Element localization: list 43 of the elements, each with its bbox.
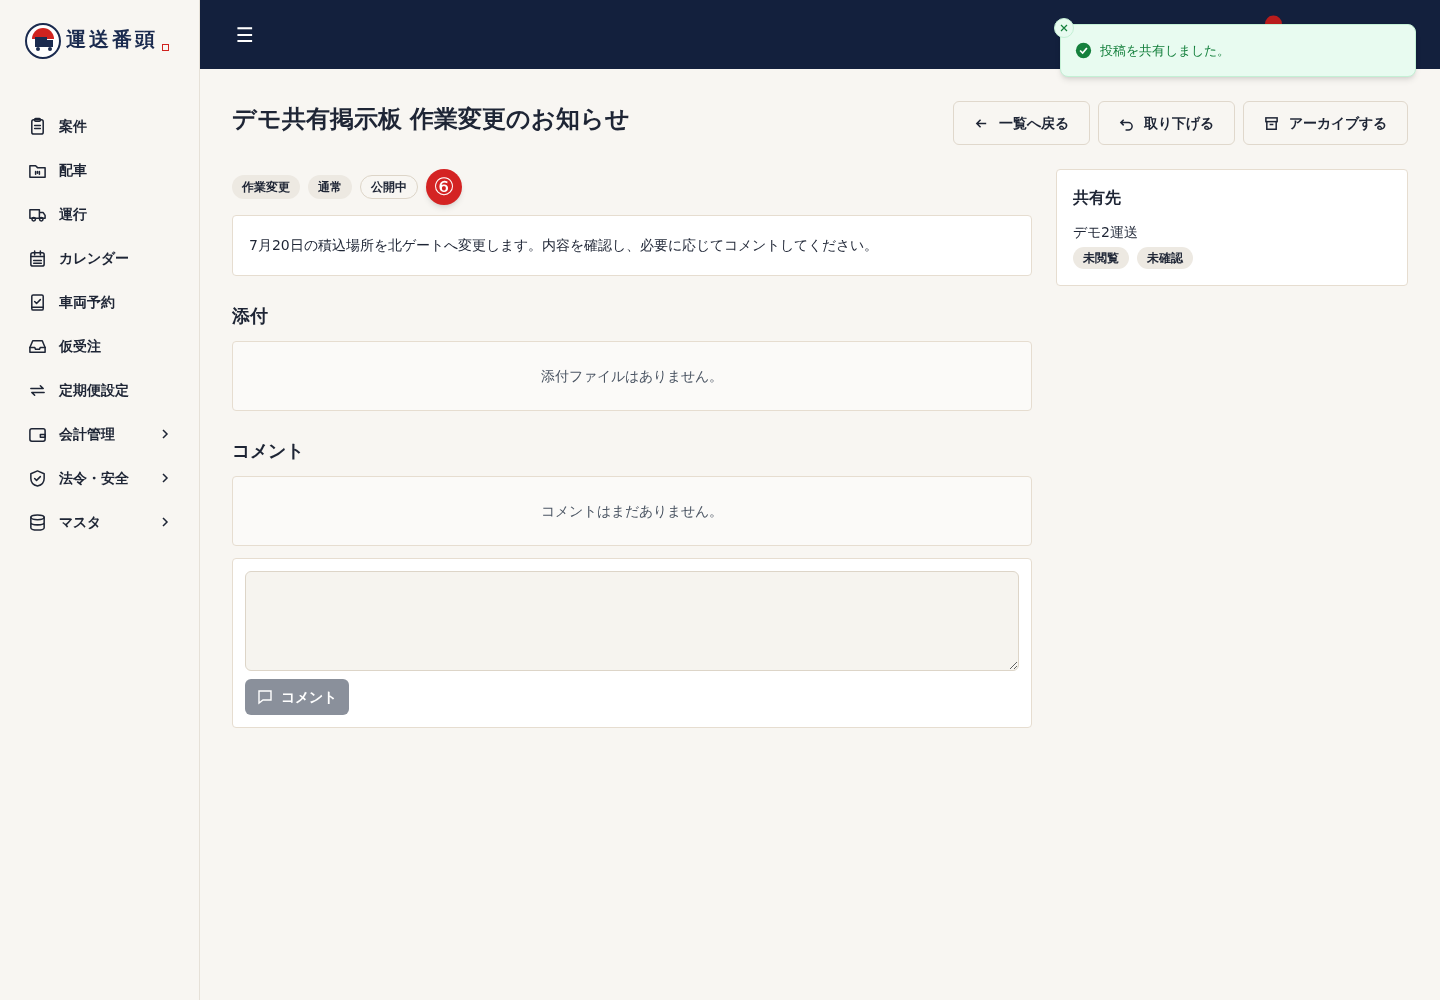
tag: 通常 [308, 175, 352, 199]
speech-bubble-icon [257, 689, 273, 705]
empty-message: 添付ファイルはありません。 [541, 366, 723, 386]
section-heading: コメント [232, 439, 305, 463]
step-marker: ⑥ [426, 169, 462, 205]
sidebar-item[interactable]: カレンダー [18, 236, 179, 280]
sidebar-item[interactable]: 法令・安全 [18, 456, 179, 500]
action-button[interactable]: アーカイブする [1243, 101, 1408, 145]
empty-message: コメントはまだありません。 [541, 501, 723, 521]
comment-field[interactable] [245, 571, 1019, 671]
toast-message: 投稿を共有しました。 [1100, 41, 1230, 60]
notification-badge-icon [1265, 15, 1282, 24]
page-title: デモ共有掲示板 作業変更のお知らせ [232, 104, 631, 135]
database-icon [28, 512, 47, 532]
sidebar-item[interactable]: 仮受注 [18, 324, 179, 368]
recipient-name: デモ2運送 [1073, 223, 1139, 242]
logo-text: 運送番頭 [66, 26, 158, 53]
tag: 作業変更 [232, 175, 300, 199]
sidebar-item[interactable]: 車両予約 [18, 280, 179, 324]
status-tag: 未閲覧 [1073, 247, 1129, 269]
sidebar-item[interactable]: 会計管理 [18, 412, 179, 456]
check-circle-icon [1075, 42, 1092, 59]
book-icon [28, 292, 47, 312]
sidebar-item[interactable]: 運行 [18, 192, 179, 236]
seal-icon [162, 44, 169, 51]
panel-heading: 共有先 [1073, 187, 1122, 209]
sidebar-item[interactable]: マスタ [18, 500, 179, 544]
truck-logo-icon [24, 22, 62, 60]
sidebar-item[interactable]: 定期便設定 [18, 368, 179, 412]
action-button[interactable]: 取り下げる [1098, 101, 1235, 145]
sidebar-item[interactable]: 配車 [18, 148, 179, 192]
calendar-icon [28, 248, 47, 268]
tag: 公開中 [360, 175, 418, 199]
post-body: 7月20日の積込場所を北ゲートへ変更します。内容を確認し、必要に応じてコメントしてください。 [249, 236, 879, 255]
status-tag: 未確認 [1137, 247, 1193, 269]
sidebar-item[interactable]: 案件 [18, 104, 179, 148]
close-icon [1060, 24, 1068, 32]
action-button[interactable]: 一覧へ戻る [953, 101, 1090, 145]
shield-icon [28, 468, 47, 488]
archive-icon [1264, 115, 1279, 131]
clipboard-icon [28, 116, 47, 136]
section-heading: 添付 [232, 304, 269, 328]
menu-button[interactable]: ☰ [236, 19, 254, 50]
